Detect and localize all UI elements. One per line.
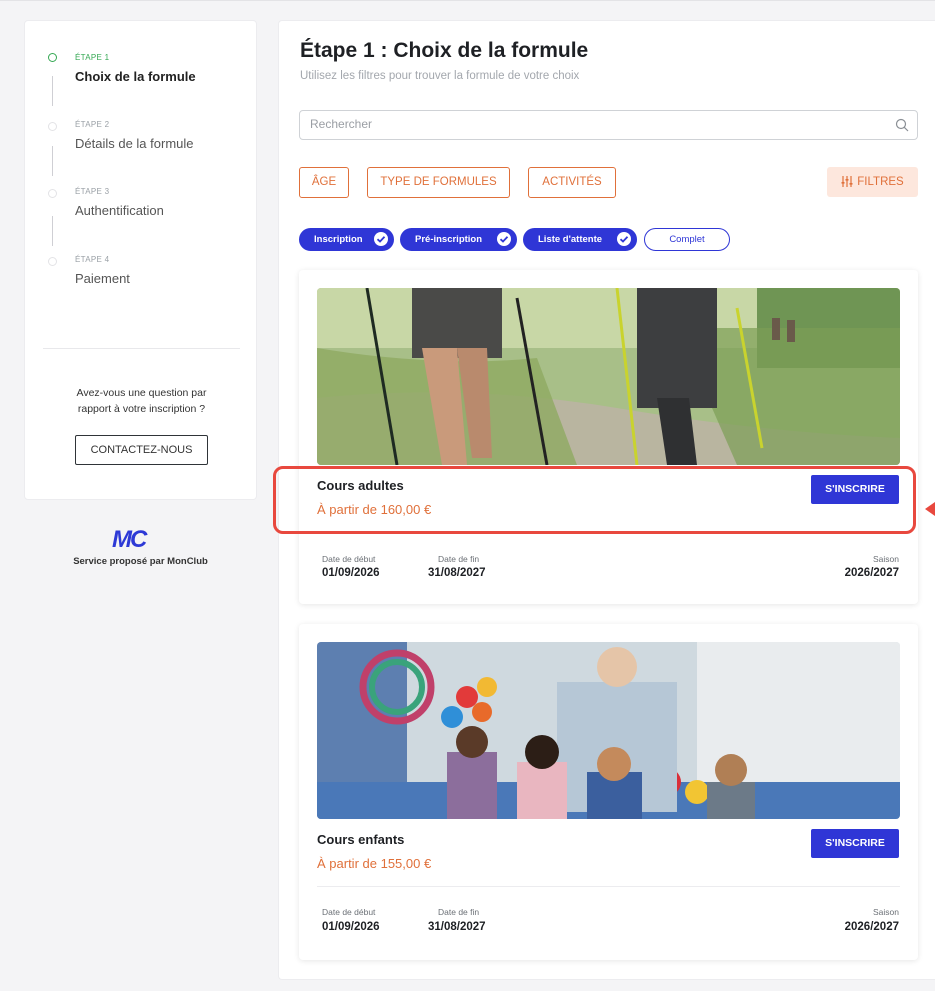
step-connector (52, 216, 53, 246)
top-divider (0, 0, 935, 1)
end-date-label: Date de fin (438, 554, 480, 564)
step-connector (52, 76, 53, 106)
filter-type-button[interactable]: TYPE DE FORMULES (367, 167, 510, 198)
start-date-label: Date de début (322, 554, 376, 564)
search-box (299, 110, 918, 140)
chip-label: Pré-inscription (415, 234, 483, 245)
step-3[interactable]: ÉTAPE 3 Authentification (75, 187, 164, 218)
pointer-arrow-icon (925, 502, 935, 516)
end-date-label: Date de fin (438, 907, 480, 917)
step-connector (52, 146, 53, 176)
nordic-walking-photo (317, 288, 900, 465)
chip-complet[interactable]: Complet (644, 228, 730, 251)
filter-age-button[interactable]: ÂGE (299, 167, 349, 198)
step-4-label: ÉTAPE 4 (75, 255, 110, 264)
start-date-value: 01/09/2026 (322, 921, 380, 933)
check-icon (497, 232, 511, 246)
end-date-value: 31/08/2027 (428, 567, 486, 579)
check-icon (374, 232, 388, 246)
step-4-indicator (48, 257, 57, 266)
check-icon (617, 232, 631, 246)
chip-liste-attente[interactable]: Liste d'attente (523, 228, 637, 251)
step-2-label: ÉTAPE 2 (75, 120, 110, 129)
start-date-label: Date de début (322, 907, 376, 917)
search-input[interactable] (310, 117, 870, 131)
season-label: Saison (873, 554, 899, 564)
step-2-title: Détails de la formule (75, 136, 194, 151)
step-2[interactable]: ÉTAPE 2 Détails de la formule (75, 120, 194, 151)
step-2-indicator (48, 122, 57, 131)
card-title: Cours enfants (317, 832, 405, 847)
step-4[interactable]: ÉTAPE 4 Paiement (75, 255, 130, 286)
chip-pre-inscription[interactable]: Pré-inscription (400, 228, 517, 251)
start-date-value: 01/09/2026 (322, 567, 380, 579)
step-1[interactable]: ÉTAPE 1 Choix de la formule (75, 53, 196, 84)
card-divider (317, 886, 900, 887)
season-label: Saison (873, 907, 899, 917)
step-4-title: Paiement (75, 271, 130, 286)
help-question: Avez-vous une question par rapport à vot… (76, 387, 207, 415)
page-title: Étape 1 : Choix de la formule (300, 39, 589, 62)
search-icon[interactable] (895, 118, 909, 132)
contact-button[interactable]: CONTACTEZ-NOUS (75, 435, 208, 465)
step-1-indicator (48, 53, 57, 62)
chip-label: Liste d'attente (538, 234, 603, 245)
chip-inscription[interactable]: Inscription (299, 228, 394, 251)
inscrire-button[interactable]: S'INSCRIRE (811, 829, 899, 858)
formule-card: Cours adultes À partir de 160,00 € S'INS… (299, 270, 918, 604)
step-3-indicator (48, 189, 57, 198)
sliders-icon (841, 176, 853, 187)
card-image-children (317, 642, 900, 819)
filtres-label: FILTRES (857, 176, 904, 188)
chip-label: Complet (669, 234, 705, 245)
step-1-label: ÉTAPE 1 (75, 53, 110, 62)
formule-card: Cours enfants À partir de 155,00 € S'INS… (299, 624, 918, 960)
children-class-photo (317, 642, 900, 819)
sidebar-divider (43, 348, 240, 349)
page-subtitle: Utilisez les filtres pour trouver la for… (300, 70, 580, 82)
steps-sidebar: ÉTAPE 1 Choix de la formule ÉTAPE 2 Déta… (24, 20, 257, 500)
end-date-value: 31/08/2027 (428, 921, 486, 933)
service-credit: Service proposé par MonClub (73, 556, 208, 567)
step-1-title: Choix de la formule (75, 69, 196, 84)
monclub-logo: MC (112, 526, 147, 553)
step-3-label: ÉTAPE 3 (75, 187, 110, 196)
step-3-title: Authentification (75, 203, 164, 218)
card-image-adults (317, 288, 900, 465)
card-price: À partir de 155,00 € (317, 856, 432, 871)
chip-label: Inscription (314, 234, 363, 245)
filter-activities-button[interactable]: ACTIVITÉS (528, 167, 616, 198)
season-value: 2026/2027 (844, 567, 899, 579)
season-value: 2026/2027 (844, 921, 899, 933)
filtres-button[interactable]: FILTRES (827, 167, 918, 197)
highlight-box (273, 466, 916, 534)
